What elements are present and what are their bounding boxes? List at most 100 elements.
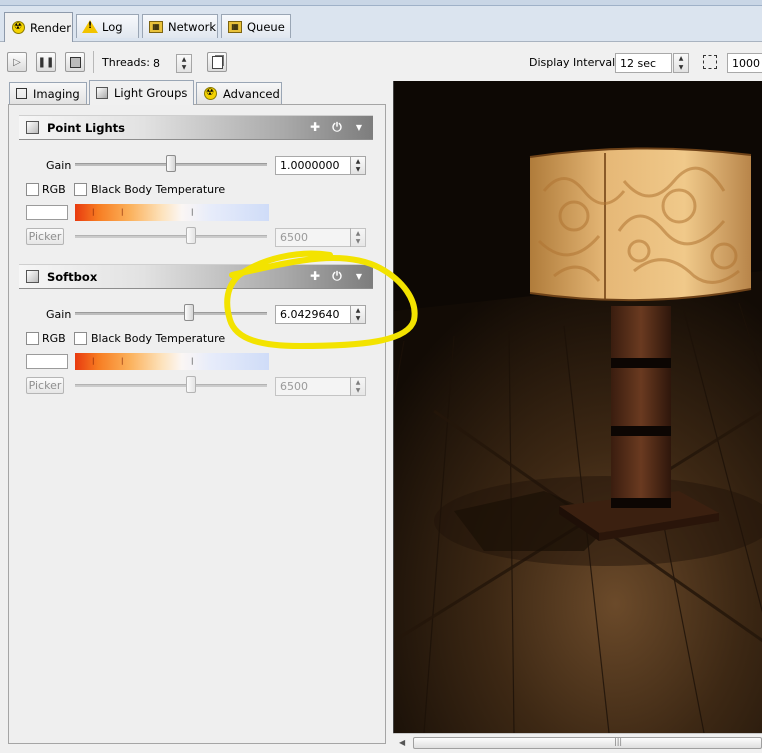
group-header-point-lights[interactable]: Point Lights ✚ ⏻ ▼ — [19, 115, 373, 140]
top-tab-bar: ☢ Render Log ▦ Network ▦ Queue — [0, 0, 762, 42]
temperature-gradient: | | | — [75, 353, 269, 370]
gain-slider-thumb[interactable] — [184, 304, 194, 321]
fit-view-icon[interactable] — [703, 55, 717, 69]
threads-value[interactable]: 8 — [153, 57, 160, 70]
tab-render[interactable]: ☢ Render — [4, 12, 73, 42]
group-header-softbox[interactable]: Softbox ✚ ⏻ ▼ — [19, 264, 373, 289]
tab-log[interactable]: Log — [76, 14, 139, 38]
temperature-value-field[interactable]: 6500 — [275, 228, 351, 247]
temperature-value-field[interactable]: 6500 — [275, 377, 351, 396]
bbt-checkbox[interactable] — [74, 332, 87, 345]
pause-icon: ❚❚ — [37, 56, 55, 68]
display-interval-field[interactable]: 12 sec — [615, 53, 672, 73]
cube-icon — [26, 121, 39, 134]
chevron-down-icon: ▼ — [355, 315, 361, 323]
play-icon: ▷ — [13, 56, 21, 68]
scroll-thumb[interactable]: ||| — [413, 737, 762, 749]
cube-icon — [96, 87, 108, 99]
grip-icon: ||| — [614, 737, 623, 746]
chevron-down-icon: ▼ — [678, 64, 684, 71]
chevron-down-icon: ▼ — [355, 238, 361, 246]
gradient-tick: | — [191, 208, 194, 216]
tab-advanced[interactable]: ☢ Advanced — [196, 82, 282, 104]
network-icon: ▦ — [228, 20, 242, 34]
group-title: Softbox — [47, 269, 98, 284]
chevron-down-icon: ▼ — [355, 166, 361, 174]
render-viewport[interactable] — [393, 81, 762, 733]
clipboard-button[interactable] — [207, 52, 227, 72]
gradient-tick: | — [121, 208, 124, 216]
rgb-label: RGB — [42, 332, 66, 345]
tab-log-label: Log — [102, 19, 123, 34]
chevron-down-icon: ▼ — [355, 387, 361, 395]
tab-imaging-label: Imaging — [33, 86, 80, 101]
cube-icon — [26, 270, 39, 283]
power-icon[interactable]: ⏻ — [329, 268, 345, 284]
chevron-up-icon: ▲ — [355, 306, 361, 314]
chevron-down-icon[interactable]: ▼ — [351, 268, 367, 284]
gain-slider-thumb[interactable] — [166, 155, 176, 172]
rgb-checkbox[interactable] — [26, 332, 39, 345]
render-image — [394, 81, 762, 733]
temperature-stepper[interactable]: ▲ ▼ — [350, 377, 366, 396]
tab-render-label: Render — [30, 20, 71, 35]
tab-advanced-label: Advanced — [223, 86, 280, 101]
tab-network-label: Network — [168, 19, 217, 34]
display-interval-stepper[interactable]: ▲ ▼ — [673, 53, 689, 73]
gain-stepper[interactable]: ▲ ▼ — [350, 305, 366, 324]
threads-stepper[interactable]: ▲ ▼ — [176, 54, 192, 73]
zoom-field[interactable]: 1000 x — [727, 53, 762, 73]
bbt-checkbox[interactable] — [74, 183, 87, 196]
color-swatch[interactable] — [26, 354, 68, 369]
tab-queue-label: Queue — [247, 19, 285, 34]
gain-value-field[interactable]: 6.0429640 — [275, 305, 351, 324]
gain-value-field[interactable]: 1.0000000 — [275, 156, 351, 175]
gain-label: Gain — [46, 159, 72, 172]
tab-network[interactable]: ▦ Network — [142, 14, 218, 38]
add-icon[interactable]: ✚ — [307, 119, 323, 135]
pause-button[interactable]: ❚❚ — [36, 52, 56, 72]
window-title-edge — [0, 0, 762, 6]
gain-slider-track[interactable] — [75, 312, 267, 315]
temperature-slider-track[interactable] — [75, 235, 267, 238]
gradient-tick: | — [92, 208, 95, 216]
rgb-label: RGB — [42, 183, 66, 196]
temperature-gradient: | | | — [75, 204, 269, 221]
temperature-slider-thumb[interactable] — [186, 227, 196, 244]
temperature-slider-track[interactable] — [75, 384, 267, 387]
gradient-tick: | — [191, 357, 194, 365]
picker-button[interactable]: Picker — [26, 228, 64, 245]
stop-icon — [69, 56, 81, 68]
scroll-left-icon[interactable]: ◀ — [399, 738, 405, 747]
tab-queue[interactable]: ▦ Queue — [221, 14, 291, 38]
temperature-stepper[interactable]: ▲ ▼ — [350, 228, 366, 247]
radiation-icon: ☢ — [203, 87, 217, 101]
tab-imaging[interactable]: Imaging — [9, 82, 87, 104]
stop-button[interactable] — [65, 52, 85, 72]
crop-icon — [16, 88, 27, 99]
tab-light-groups[interactable]: Light Groups — [89, 80, 194, 105]
add-icon[interactable]: ✚ — [307, 268, 323, 284]
gain-stepper[interactable]: ▲ ▼ — [350, 156, 366, 175]
color-swatch[interactable] — [26, 205, 68, 220]
group-title: Point Lights — [47, 120, 125, 135]
temperature-slider-thumb[interactable] — [186, 376, 196, 393]
radiation-icon: ☢ — [11, 21, 25, 35]
horizontal-scrollbar[interactable]: ◀ ||| — [393, 733, 762, 753]
chevron-up-icon: ▲ — [355, 229, 361, 237]
warning-icon — [82, 20, 98, 34]
power-icon[interactable]: ⏻ — [329, 119, 345, 135]
play-button[interactable]: ▷ — [7, 52, 27, 72]
chevron-up-icon: ▲ — [355, 157, 361, 165]
chevron-up-icon: ▲ — [355, 378, 361, 386]
rgb-checkbox[interactable] — [26, 183, 39, 196]
bbt-label: Black Body Temperature — [91, 183, 226, 196]
chevron-down-icon[interactable]: ▼ — [351, 119, 367, 135]
gradient-tick: | — [121, 357, 124, 365]
display-interval-label: Display Interval: — [529, 56, 619, 69]
picker-button[interactable]: Picker — [26, 377, 64, 394]
clipboard-icon — [211, 55, 223, 69]
gain-label: Gain — [46, 308, 72, 321]
gradient-tick: | — [92, 357, 95, 365]
bbt-label: Black Body Temperature — [91, 332, 226, 345]
